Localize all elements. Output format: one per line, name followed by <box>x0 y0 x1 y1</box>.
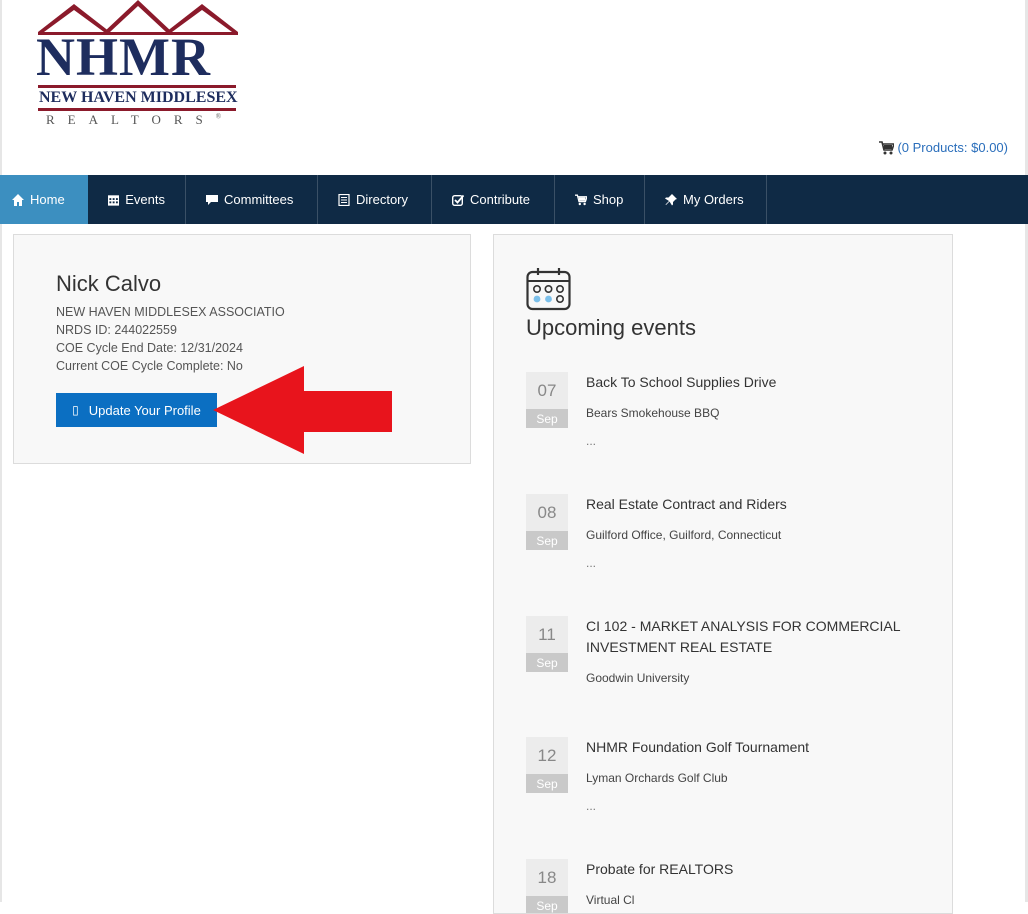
event-month: Sep <box>526 774 568 793</box>
nav-directory[interactable]: Directory <box>318 175 432 224</box>
nav-label: Shop <box>593 192 624 207</box>
upcoming-events-card: Upcoming events 07 Sep Back To School Su… <box>493 234 953 914</box>
event-more: ... <box>586 556 597 570</box>
upcoming-events-title: Upcoming events <box>526 315 696 340</box>
event-title-link[interactable]: Probate for REALTORS <box>586 859 906 880</box>
event-location: Virtual Cl <box>586 893 635 907</box>
calendar-icon <box>108 194 120 206</box>
nav-my-orders[interactable]: My Orders <box>645 175 767 224</box>
event-date-badge: 07 Sep <box>526 372 568 428</box>
nav-home[interactable]: Home <box>0 175 88 224</box>
event-date-badge: 18 Sep <box>526 859 568 913</box>
profile-name: Nick Calvo <box>56 271 162 296</box>
event-location: Bears Smokehouse BBQ <box>586 406 720 420</box>
check-square-icon <box>452 194 464 206</box>
nav-events[interactable]: Events <box>88 175 186 224</box>
profile-button-icon: ▯ <box>72 403 79 417</box>
logo-wordmark: NHMR <box>36 27 211 87</box>
event-day: 18 <box>526 859 568 896</box>
calendar-icon <box>526 268 571 311</box>
home-icon <box>12 193 24 206</box>
event-day: 12 <box>526 737 568 774</box>
page-edge <box>0 0 2 902</box>
event-location: Guilford Office, Guilford, Connecticut <box>586 528 782 542</box>
event-month: Sep <box>526 409 568 428</box>
event-title-link[interactable]: CI 102 - MARKET ANALYSIS FOR COMMERCIAL … <box>586 616 906 658</box>
profile-association: NEW HAVEN MIDDLESEX ASSOCIATIO <box>56 305 285 319</box>
event-day: 11 <box>526 616 568 653</box>
event-date-badge: 11 Sep <box>526 616 568 672</box>
event-title-link[interactable]: Back To School Supplies Drive <box>586 372 906 393</box>
update-profile-button[interactable]: ▯ Update Your Profile <box>56 393 217 427</box>
main-navbar: Home Events Committees Directory Contrib… <box>0 175 1028 224</box>
event-more: ... <box>586 434 597 448</box>
event-date-badge: 12 Sep <box>526 737 568 793</box>
event-month: Sep <box>526 531 568 550</box>
profile-nrds-id: NRDS ID: 244022559 <box>56 323 177 337</box>
red-arrow-annotation <box>213 366 392 454</box>
event-day: 08 <box>526 494 568 531</box>
cart-label: (0 Products: $0.00) <box>897 140 1008 155</box>
logo-tagline: REALTORS® <box>46 112 222 127</box>
event-title-link[interactable]: Real Estate Contract and Riders <box>586 494 906 515</box>
nhmr-logo[interactable]: NHMR NEW HAVEN MIDDLESEX REALTORS® <box>24 0 252 134</box>
event-date-badge: 08 Sep <box>526 494 568 550</box>
list-icon <box>338 193 350 206</box>
event-location: Goodwin University <box>586 671 690 685</box>
nav-contribute[interactable]: Contribute <box>432 175 555 224</box>
nav-label: Events <box>125 192 165 207</box>
event-location: Lyman Orchards Golf Club <box>586 771 728 785</box>
cart-icon <box>879 140 895 154</box>
event-month: Sep <box>526 653 568 672</box>
event-day: 07 <box>526 372 568 409</box>
logo-subtitle: NEW HAVEN MIDDLESEX <box>39 89 238 106</box>
nav-label: Committees <box>224 192 294 207</box>
nav-label: Contribute <box>470 192 530 207</box>
nav-label: My Orders <box>683 192 744 207</box>
nav-label: Directory <box>356 192 409 207</box>
nav-committees[interactable]: Committees <box>186 175 318 224</box>
cart-summary-link[interactable]: (0 Products: $0.00) <box>879 140 1008 155</box>
comment-icon <box>206 194 218 205</box>
nav-shop[interactable]: Shop <box>555 175 645 224</box>
logo-divider <box>38 108 236 111</box>
event-more: ... <box>586 799 597 813</box>
cart-icon <box>575 194 587 205</box>
nav-label: Home <box>30 192 65 207</box>
update-profile-label: Update Your Profile <box>88 402 201 418</box>
event-month: Sep <box>526 896 568 913</box>
pin-icon <box>665 193 677 205</box>
logo-divider <box>38 85 236 88</box>
profile-coe-end-date: COE Cycle End Date: 12/31/2024 <box>56 341 243 355</box>
event-title-link[interactable]: NHMR Foundation Golf Tournament <box>586 737 906 758</box>
